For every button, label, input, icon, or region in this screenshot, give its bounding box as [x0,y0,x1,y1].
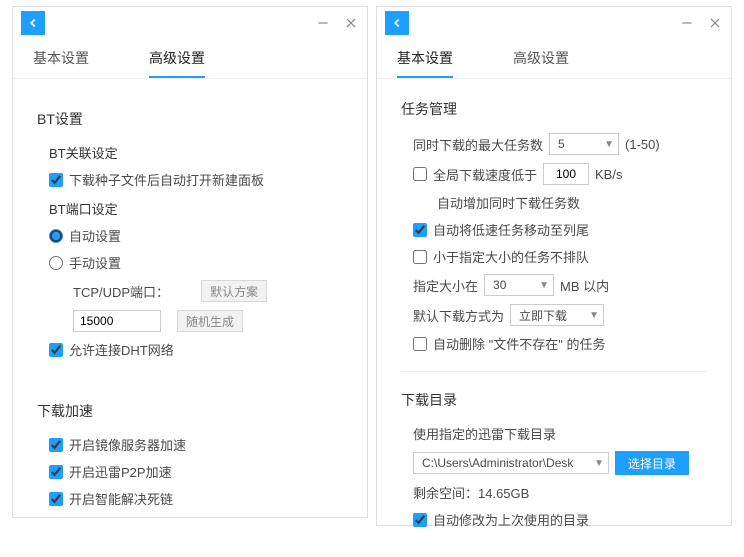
tab-basic[interactable]: 基本设置 [33,39,89,78]
back-button[interactable] [21,11,45,35]
label-max-tasks: 同时下载的最大任务数 [413,135,543,154]
tabs: 基本设置 高级设置 [13,39,367,79]
label-auto-increase: 自动增加同时下载任务数 [437,193,580,212]
label-size-at: 指定大小在 [413,276,478,295]
close-icon [344,16,358,30]
label-free-space: 剩余空间：14.65GB [413,483,529,502]
max-tasks-value: 5 [558,137,565,151]
dropdown-path[interactable]: C:\Users\Administrator\Desk ▼ [413,452,609,474]
dropdown-default-mode[interactable]: 立即下载 ▼ [510,304,604,326]
separator [401,371,707,372]
checkbox-auto-change-dir[interactable] [413,513,427,527]
close-button[interactable] [707,15,723,31]
settings-window-advanced: 基本设置 高级设置 BT设置 BT关联设定 下载种子文件后自动打开新建面板 BT… [12,6,368,518]
label-tcpudp: TCP/UDP端口： [73,282,169,301]
label-port-auto: 自动设置 [69,226,121,245]
tab-basic[interactable]: 基本设置 [397,39,453,78]
caret-down-icon: ▼ [539,280,549,291]
dropdown-max-tasks[interactable]: 5 ▼ [549,133,619,155]
label-global-speed: 全局下载速度低于 [433,165,537,184]
label-move-slow: 自动将低速任务移动至列尾 [433,220,589,239]
close-icon [708,16,722,30]
section-dir: 下载目录 [401,390,707,410]
close-button[interactable] [343,15,359,31]
minimize-icon [316,16,330,30]
checkbox-open-seed-panel[interactable] [49,173,63,187]
titlebar [13,7,367,39]
path-value: C:\Users\Administrator\Desk [422,456,573,470]
bt-assoc-label: BT关联设定 [49,143,343,162]
radio-port-manual[interactable] [49,256,63,270]
size-value: 30 [493,278,506,292]
checkbox-dht[interactable] [49,343,63,357]
content: BT设置 BT关联设定 下载种子文件后自动打开新建面板 BT端口设定 自动设置 … [13,79,367,536]
label-open-seed-panel: 下载种子文件后自动打开新建面板 [69,170,264,189]
select-dir-button[interactable]: 选择目录 [615,451,689,475]
label-default-mode: 默认下载方式为 [413,306,504,325]
section-task: 任务管理 [401,99,707,119]
back-arrow-icon [390,16,404,30]
label-size-filter: 小于指定大小的任务不排队 [433,247,589,266]
label-mirror: 开启镜像服务器加速 [69,435,186,454]
checkbox-mirror[interactable] [49,438,63,452]
checkbox-p2p[interactable] [49,465,63,479]
section-accel: 下载加速 [37,401,343,421]
label-p2p: 开启迅雷P2P加速 [69,462,172,481]
back-button[interactable] [385,11,409,35]
checkbox-auto-delete[interactable] [413,337,427,351]
default-mode-value: 立即下载 [519,307,567,324]
minimize-button[interactable] [315,15,331,31]
label-use-dir: 使用指定的迅雷下载目录 [413,424,556,443]
caret-down-icon: ▼ [604,139,614,150]
caret-down-icon: ▼ [594,458,604,469]
checkbox-size-filter[interactable] [413,250,427,264]
port-input[interactable] [73,310,161,332]
bt-port-label: BT端口设定 [49,199,343,218]
unit-mb: MB 以内 [560,276,609,295]
unit-kbs: KB/s [595,167,622,182]
label-dht: 允许连接DHT网络 [69,340,174,359]
max-tasks-range: (1-50) [625,137,660,152]
input-global-speed[interactable] [543,163,589,185]
tab-advanced[interactable]: 高级设置 [149,39,205,78]
label-smart: 开启智能解决死链 [69,489,173,508]
section-bt: BT设置 [37,109,343,129]
settings-window-basic: 基本设置 高级设置 任务管理 同时下载的最大任务数 5 ▼ (1-50) 全局下… [376,6,732,526]
random-port-button[interactable]: 随机生成 [177,310,243,332]
titlebar [377,7,731,39]
checkbox-move-slow[interactable] [413,223,427,237]
radio-port-auto[interactable] [49,229,63,243]
dropdown-size[interactable]: 30 ▼ [484,274,554,296]
content: 任务管理 同时下载的最大任务数 5 ▼ (1-50) 全局下载速度低于 KB/s… [377,79,731,557]
checkbox-smart[interactable] [49,492,63,506]
caret-down-icon: ▼ [589,310,599,321]
label-auto-delete: 自动删除 "文件不存在" 的任务 [433,334,605,353]
label-port-manual: 手动设置 [69,253,121,272]
tabs: 基本设置 高级设置 [377,39,731,79]
tab-advanced[interactable]: 高级设置 [513,39,569,78]
default-scheme-button[interactable]: 默认方案 [201,280,267,302]
minimize-icon [680,16,694,30]
label-auto-change-dir: 自动修改为上次使用的目录 [433,510,589,529]
minimize-button[interactable] [679,15,695,31]
checkbox-global-speed[interactable] [413,167,427,181]
back-arrow-icon [26,16,40,30]
